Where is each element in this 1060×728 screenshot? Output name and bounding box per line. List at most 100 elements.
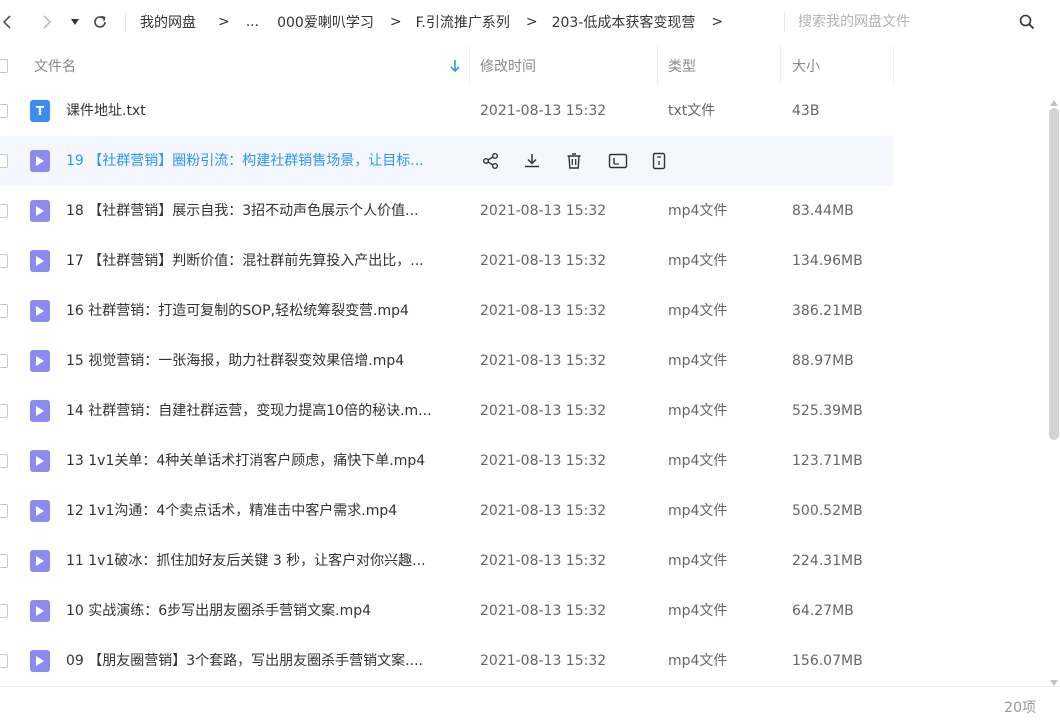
file-modified: 2021-08-13 15:32 bbox=[480, 503, 607, 519]
row-checkbox[interactable] bbox=[0, 254, 8, 268]
breadcrumb-item-current[interactable]: 203-低成本获客变现营 bbox=[552, 12, 696, 32]
row-checkbox[interactable] bbox=[0, 504, 8, 518]
file-modified: 2021-08-13 15:32 bbox=[480, 553, 607, 569]
file-row[interactable]: 13 1v1关单：4种关单话术打消客户顾虑，痛快下单.mp4 2021-08-1… bbox=[0, 436, 1046, 486]
file-name[interactable]: 17 【社群营销】判断价值：混社群前先算投入产出比，... bbox=[66, 236, 456, 286]
file-size: 156.07MB bbox=[792, 653, 863, 669]
item-count: 20项 bbox=[1004, 700, 1036, 716]
breadcrumb-item[interactable]: F.引流推广系列 bbox=[416, 12, 510, 32]
file-name[interactable]: 13 1v1关单：4种关单话术打消客户顾虑，痛快下单.mp4 bbox=[66, 436, 456, 486]
search-icon[interactable] bbox=[1016, 11, 1038, 33]
file-row[interactable]: 18 【社群营销】展示自我：3招不动声色展示个人价值... 2021-08-13… bbox=[0, 186, 1046, 236]
file-size: 386.21MB bbox=[792, 303, 863, 319]
sort-down-icon[interactable] bbox=[449, 46, 461, 86]
video-file-icon bbox=[30, 300, 50, 322]
file-name[interactable]: 14 社群营销：自建社群运营，变现力提高10倍的秘诀.m... bbox=[66, 386, 456, 436]
video-file-icon bbox=[30, 350, 50, 372]
file-list-header: 文件名 修改时间 类型 大小 bbox=[0, 46, 1060, 86]
history-dropdown-icon[interactable] bbox=[64, 11, 86, 33]
column-divider bbox=[893, 46, 894, 86]
file-size: 500.52MB bbox=[792, 503, 863, 519]
txt-file-icon: T bbox=[30, 100, 50, 122]
row-checkbox[interactable] bbox=[0, 554, 8, 568]
breadcrumb-separator: > bbox=[389, 14, 402, 30]
file-type: mp4文件 bbox=[668, 353, 728, 369]
column-divider bbox=[780, 46, 781, 86]
forward-icon[interactable] bbox=[36, 11, 58, 33]
scrollbar-thumb[interactable] bbox=[1049, 108, 1059, 440]
file-name[interactable]: 10 实战演练：6步写出朋友圈杀手营销文案.mp4 bbox=[66, 586, 456, 636]
column-header-name[interactable]: 文件名 bbox=[34, 46, 76, 86]
breadcrumb-item[interactable]: 000爱喇叭学习 bbox=[277, 12, 374, 32]
breadcrumb-item[interactable]: ... bbox=[246, 14, 259, 30]
file-name[interactable]: 12 1v1沟通：4个卖点话术，精准击中客户需求.mp4 bbox=[66, 486, 456, 536]
search-input[interactable] bbox=[798, 8, 1018, 36]
file-row[interactable]: 16 社群营销：打造可复制的SOP,轻松统筹裂变营.mp4 2021-08-13… bbox=[0, 286, 1046, 336]
column-header-modified[interactable]: 修改时间 bbox=[480, 46, 536, 86]
file-modified: 2021-08-13 15:32 bbox=[480, 203, 607, 219]
file-name[interactable]: 课件地址.txt bbox=[66, 86, 456, 136]
row-checkbox[interactable] bbox=[0, 654, 8, 668]
file-row[interactable]: 09 【朋友圈营销】3个套路，写出朋友圈杀手营销文案.... 2021-08-1… bbox=[0, 636, 1046, 686]
file-row[interactable]: T 课件地址.txt 2021-08-13 15:32 txt文件 43B bbox=[0, 86, 1046, 136]
file-size: 43B bbox=[792, 103, 820, 119]
file-type: mp4文件 bbox=[668, 553, 728, 569]
file-row[interactable]: 10 实战演练：6步写出朋友圈杀手营销文案.mp4 2021-08-13 15:… bbox=[0, 586, 1046, 636]
file-type: mp4文件 bbox=[668, 453, 728, 469]
file-row-hovered[interactable]: 19 【社群营销】圈粉引流：构建社群销售场景，让目标... bbox=[0, 136, 893, 186]
rename-icon[interactable] bbox=[607, 150, 629, 172]
file-type: mp4文件 bbox=[668, 403, 728, 419]
row-checkbox[interactable] bbox=[0, 204, 8, 218]
toolbar: 我的网盘 > ... 000爱喇叭学习 > F.引流推广系列 > 203-低成本… bbox=[0, 0, 1060, 44]
video-file-icon bbox=[30, 200, 50, 222]
delete-icon[interactable] bbox=[563, 150, 585, 172]
file-type: mp4文件 bbox=[668, 653, 728, 669]
row-checkbox[interactable] bbox=[0, 454, 8, 468]
breadcrumb-item[interactable]: 我的网盘 bbox=[140, 12, 196, 32]
file-name[interactable]: 11 1v1破冰：抓住加好友后关键 3 秒，让客户对你兴趣... bbox=[66, 536, 456, 586]
file-row[interactable]: 11 1v1破冰：抓住加好友后关键 3 秒，让客户对你兴趣... 2021-08… bbox=[0, 536, 1046, 586]
breadcrumb-separator: > bbox=[711, 14, 724, 30]
file-row[interactable]: 17 【社群营销】判断价值：混社群前先算投入产出比，... 2021-08-13… bbox=[0, 236, 1046, 286]
video-file-icon bbox=[30, 600, 50, 622]
row-checkbox[interactable] bbox=[0, 404, 8, 418]
file-name[interactable]: 16 社群营销：打造可复制的SOP,轻松统筹裂变营.mp4 bbox=[66, 286, 456, 336]
file-row[interactable]: 15 视觉营销：一张海报，助力社群裂变效果倍增.mp4 2021-08-13 1… bbox=[0, 336, 1046, 386]
row-checkbox[interactable] bbox=[0, 154, 8, 168]
refresh-icon[interactable] bbox=[89, 11, 111, 33]
toolbar-divider bbox=[125, 12, 126, 32]
file-modified: 2021-08-13 15:32 bbox=[480, 103, 607, 119]
select-all-checkbox[interactable] bbox=[0, 59, 8, 73]
more-icon[interactable] bbox=[648, 150, 670, 172]
video-file-icon bbox=[30, 250, 50, 272]
file-size: 83.44MB bbox=[792, 203, 854, 219]
file-modified: 2021-08-13 15:32 bbox=[480, 403, 607, 419]
file-modified: 2021-08-13 15:32 bbox=[480, 453, 607, 469]
row-checkbox[interactable] bbox=[0, 104, 8, 118]
column-divider bbox=[657, 46, 658, 86]
row-checkbox[interactable] bbox=[0, 604, 8, 618]
column-header-size[interactable]: 大小 bbox=[792, 46, 820, 86]
row-checkbox[interactable] bbox=[0, 354, 8, 368]
file-row[interactable]: 12 1v1沟通：4个卖点话术，精准击中客户需求.mp4 2021-08-13 … bbox=[0, 486, 1046, 536]
file-name[interactable]: 18 【社群营销】展示自我：3招不动声色展示个人价值... bbox=[66, 186, 456, 236]
row-checkbox[interactable] bbox=[0, 304, 8, 318]
file-name[interactable]: 09 【朋友圈营销】3个套路，写出朋友圈杀手营销文案.... bbox=[66, 636, 456, 686]
file-size: 525.39MB bbox=[792, 403, 863, 419]
file-type: mp4文件 bbox=[668, 203, 728, 219]
file-row[interactable]: 14 社群营销：自建社群运营，变现力提高10倍的秘诀.m... 2021-08-… bbox=[0, 386, 1046, 436]
video-file-icon bbox=[30, 650, 50, 672]
breadcrumb-separator: > bbox=[218, 14, 230, 30]
scroll-down-icon[interactable] bbox=[1049, 672, 1059, 691]
file-name[interactable]: 19 【社群营销】圈粉引流：构建社群销售场景，让目标... bbox=[66, 136, 456, 186]
back-icon[interactable] bbox=[0, 11, 18, 33]
file-type: txt文件 bbox=[668, 103, 716, 119]
file-name[interactable]: 15 视觉营销：一张海报，助力社群裂变效果倍增.mp4 bbox=[66, 336, 456, 386]
video-file-icon bbox=[30, 500, 50, 522]
file-size: 224.31MB bbox=[792, 553, 863, 569]
download-icon[interactable] bbox=[521, 150, 543, 172]
share-icon[interactable] bbox=[480, 150, 502, 172]
breadcrumb: 我的网盘 > ... 000爱喇叭学习 > F.引流推广系列 > 203-低成本… bbox=[140, 0, 723, 44]
column-header-type[interactable]: 类型 bbox=[668, 46, 696, 86]
column-divider bbox=[469, 46, 470, 86]
